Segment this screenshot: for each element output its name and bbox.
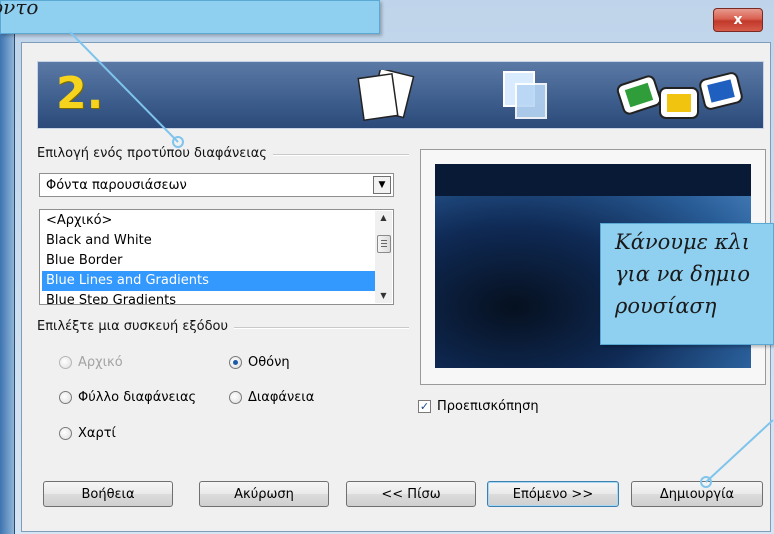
list-item[interactable]: Black and White — [42, 231, 377, 251]
top-callout: ύντο — [0, 0, 380, 34]
scroll-up-icon[interactable]: ▲ — [375, 211, 392, 225]
create-button-label: Δημιουργία — [659, 486, 735, 502]
radio-label: Χαρτί — [78, 426, 116, 441]
scroll-thumb[interactable] — [377, 235, 391, 253]
callout-line: για να δημιο — [615, 262, 751, 286]
checkmark-icon[interactable]: ✓ — [418, 400, 431, 413]
back-button-label: << Πίσω — [381, 486, 441, 502]
output-group-label: Επιλέξτε μια συσκευή εξόδου — [37, 319, 235, 334]
help-button-label: Βοήθεια — [81, 486, 135, 502]
list-item[interactable]: <Αρχικό> — [42, 211, 377, 231]
wizard-banner: 2. — [37, 61, 764, 129]
back-button[interactable]: << Πίσω — [346, 481, 476, 507]
dropdown-selected-value: Φόντα παρουσιάσεων — [46, 178, 187, 193]
radio-paper[interactable]: Χαρτί — [59, 426, 116, 441]
colored-slides-icon — [616, 72, 743, 119]
list-item[interactable]: Blue Step Gradients — [42, 291, 377, 304]
callout-line: Κάνουμε κλι — [615, 230, 750, 254]
template-list[interactable]: <Αρχικό> Black and White Blue Border Blu… — [39, 209, 394, 305]
radio-original: Αρχικό — [59, 355, 123, 370]
next-button-label: Επόμενο >> — [512, 486, 594, 502]
radio-button[interactable] — [229, 356, 242, 369]
template-category-dropdown[interactable]: Φόντα παρουσιάσεων ▼ — [39, 173, 394, 197]
radio-label: Αρχικό — [78, 355, 123, 370]
step-number: 2. — [56, 68, 104, 119]
list-item-selected[interactable]: Blue Lines and Gradients — [42, 271, 377, 291]
radio-button[interactable] — [59, 391, 72, 404]
radio-label: Διαφάνεια — [248, 390, 315, 405]
scroll-down-icon[interactable]: ▼ — [375, 289, 392, 303]
radio-overhead[interactable]: Φύλλο διαφάνειας — [59, 390, 196, 405]
preview-checkbox-row[interactable]: ✓ Προεπισκόπηση — [418, 399, 539, 414]
template-group-label: Επιλογή ενός προτύπου διαφάνειας — [37, 146, 273, 161]
close-button[interactable]: x — [713, 8, 763, 32]
radio-button — [59, 356, 72, 369]
slides-stack-icon — [357, 70, 415, 122]
preview-checkbox-label: Προεπισκόπηση — [437, 399, 539, 414]
radio-screen[interactable]: Οθόνη — [229, 355, 290, 370]
right-callout: Κάνουμε κλι για να δημιο ρουσίαση — [600, 223, 774, 345]
close-icon: x — [733, 12, 743, 28]
cancel-button-label: Ακύρωση — [234, 486, 294, 502]
callout-line: ρουσίαση — [615, 294, 717, 318]
help-button[interactable]: Βοήθεια — [43, 481, 173, 507]
preview-title-band — [435, 164, 751, 196]
radio-button[interactable] — [59, 427, 72, 440]
dropdown-arrow-icon[interactable]: ▼ — [373, 176, 391, 194]
radio-label: Φύλλο διαφάνειας — [78, 390, 197, 405]
list-scrollbar[interactable]: ▲ ▼ — [375, 211, 392, 303]
next-button[interactable]: Επόμενο >> — [487, 481, 619, 507]
list-item[interactable]: Blue Border — [42, 251, 377, 271]
radio-label: Οθόνη — [248, 355, 290, 370]
overlapping-frames-icon — [503, 71, 547, 119]
create-button[interactable]: Δημιουργία — [631, 481, 763, 507]
radio-slide[interactable]: Διαφάνεια — [229, 390, 314, 405]
background-strip — [0, 0, 14, 534]
cancel-button[interactable]: Ακύρωση — [199, 481, 329, 507]
radio-button[interactable] — [229, 391, 242, 404]
top-callout-text: ύντο — [0, 0, 39, 19]
